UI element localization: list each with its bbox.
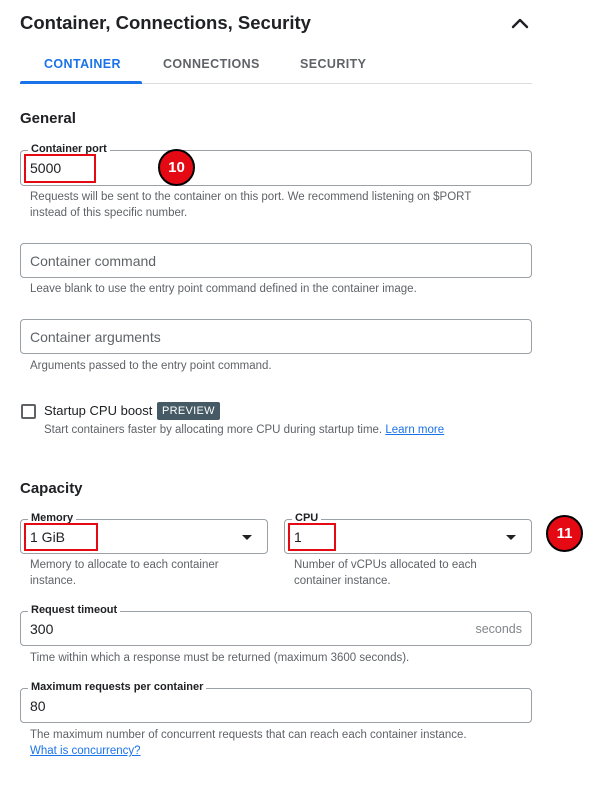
chevron-up-icon[interactable]: [508, 12, 532, 36]
tab-container[interactable]: CONTAINER: [44, 57, 121, 71]
max-requests-field[interactable]: Maximum requests per container 80: [20, 680, 532, 723]
max-requests-value: 80: [30, 698, 46, 714]
active-tab-indicator: [20, 81, 142, 84]
container-port-label: Container port: [28, 142, 110, 156]
capacity-heading: Capacity: [20, 480, 83, 497]
startup-cpu-boost-checkbox[interactable]: [21, 404, 36, 419]
cpu-value: 1: [294, 529, 302, 545]
memory-select[interactable]: Memory 1 GiB: [20, 511, 268, 554]
cpu-select[interactable]: CPU 1: [284, 511, 532, 554]
container-command-field[interactable]: Container command: [20, 243, 532, 278]
tab-connections[interactable]: CONNECTIONS: [163, 57, 260, 71]
dropdown-arrow-icon: [242, 535, 252, 540]
seconds-suffix: seconds: [475, 622, 522, 636]
request-timeout-hint: Time within which a response must be ret…: [30, 652, 410, 664]
preview-badge: PREVIEW: [157, 402, 220, 420]
startup-cpu-boost-label: Startup CPU boost: [44, 403, 153, 418]
cpu-label: CPU: [292, 511, 322, 525]
general-heading: General: [20, 110, 76, 127]
container-port-hint: Requests will be sent to the container o…: [30, 191, 472, 219]
container-arguments-field[interactable]: Container arguments: [20, 319, 532, 354]
container-arguments-placeholder: Container arguments: [30, 329, 161, 345]
what-is-concurrency-link[interactable]: What is concurrency?: [30, 745, 141, 757]
container-port-field[interactable]: Container port 5000: [20, 142, 532, 186]
container-command-hint: Leave blank to use the entry point comma…: [30, 283, 417, 295]
memory-hint: Memory to allocate to each container ins…: [30, 559, 219, 587]
step-11-badge: 11: [546, 515, 583, 552]
request-timeout-label: Request timeout: [28, 603, 121, 617]
learn-more-link[interactable]: Learn more: [385, 424, 444, 436]
memory-label: Memory: [28, 511, 77, 525]
container-port-value: 5000: [30, 160, 62, 176]
max-requests-hint: The maximum number of concurrent request…: [30, 729, 467, 757]
step-10-badge: 10: [158, 149, 195, 186]
tab-security[interactable]: SECURITY: [300, 57, 366, 71]
container-arguments-hint: Arguments passed to the entry point comm…: [30, 360, 272, 372]
request-timeout-field[interactable]: Request timeout 300 seconds: [20, 603, 532, 646]
memory-value: 1 GiB: [30, 529, 66, 545]
dropdown-arrow-icon: [506, 535, 516, 540]
cpu-hint: Number of vCPUs allocated to each contai…: [294, 559, 477, 587]
startup-cpu-boost-hint: Start containers faster by allocating mo…: [44, 424, 445, 436]
max-requests-label: Maximum requests per container: [28, 680, 207, 694]
request-timeout-value: 300: [30, 621, 54, 637]
section-title: Container, Connections, Security: [20, 12, 311, 33]
container-command-placeholder: Container command: [30, 253, 157, 269]
